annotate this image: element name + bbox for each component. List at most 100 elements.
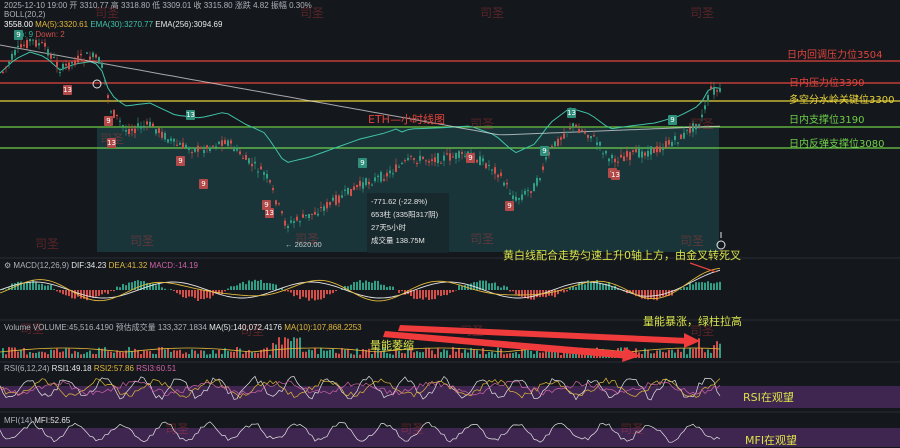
candle-body	[245, 155, 247, 160]
macd-histogram-bar	[398, 290, 400, 293]
volume-bar	[152, 354, 154, 358]
candle-body	[89, 57, 91, 60]
watermark: 司圣	[35, 235, 59, 252]
candle-body	[233, 149, 235, 151]
volume-bar	[305, 352, 307, 358]
volume-bar	[536, 351, 538, 358]
candle-body	[209, 147, 211, 151]
macd-histogram-bar	[476, 282, 478, 290]
candle-body	[494, 167, 496, 174]
watermark: 司圣	[620, 420, 644, 437]
candle-body	[641, 151, 643, 157]
candle-body	[707, 95, 709, 101]
candle-body	[401, 163, 403, 164]
candle-body	[617, 162, 619, 163]
candle-body	[212, 146, 214, 147]
candle-body	[5, 67, 7, 68]
volume-bar	[290, 341, 292, 358]
volume-bar	[689, 348, 691, 358]
macd-histogram-bar	[35, 283, 37, 290]
macd-histogram-bar	[260, 280, 262, 290]
volume-bar	[200, 350, 202, 358]
macd-histogram-bar	[434, 290, 436, 299]
candle-body	[329, 202, 331, 205]
volume-bar	[191, 349, 193, 358]
candle-body	[404, 160, 406, 161]
macd-histogram-bar	[296, 290, 298, 295]
candle-body	[557, 139, 559, 146]
macd-histogram-bar	[521, 290, 523, 297]
macd-histogram-bar	[380, 285, 382, 290]
volume-bar	[320, 348, 322, 358]
macd-histogram-bar	[41, 284, 43, 290]
watermark: 司圣	[300, 4, 324, 21]
volume-bar	[176, 351, 178, 358]
rsi3-value: RSI3:60.51	[136, 364, 176, 373]
volume-panel-header[interactable]: Volume VOLUME:45,516.4190 预估成交量 133,327.…	[4, 322, 362, 333]
macd-histogram-bar	[23, 283, 25, 290]
trading-chart-canvas[interactable]	[0, 0, 900, 447]
volume-bar	[680, 352, 682, 358]
candle-body	[620, 155, 622, 158]
candle-body	[230, 141, 232, 144]
volume-bar	[335, 353, 337, 358]
macd-histogram-bar	[464, 285, 466, 290]
macd-histogram-bar	[242, 282, 244, 290]
volume-bar	[194, 351, 196, 358]
macd-histogram-bar	[383, 285, 385, 290]
volume-bar	[221, 354, 223, 358]
volume-bar	[713, 345, 715, 358]
macd-histogram-bar	[458, 285, 460, 290]
macd-histogram-bar	[377, 281, 379, 290]
candle-body	[584, 132, 586, 134]
candle-body	[344, 190, 346, 191]
macd-histogram-bar	[698, 282, 700, 290]
volume-bar	[179, 350, 181, 358]
volume-bar	[371, 354, 373, 358]
macd-panel-header[interactable]: ⚙ MACD(12,26,9) DIF:34.23 DEA:41.32 MACD…	[4, 261, 198, 270]
macd-histogram-bar	[155, 285, 157, 290]
volume-bar	[278, 337, 280, 358]
volume-bar	[338, 354, 340, 358]
macd-histogram-bar	[200, 290, 202, 299]
macd-histogram-bar	[485, 281, 487, 290]
candle-body	[524, 191, 526, 195]
candle-body	[242, 158, 244, 159]
candle-body	[563, 134, 565, 139]
macd-histogram-bar	[314, 290, 316, 300]
macd-histogram-bar	[446, 290, 448, 295]
macd-histogram-bar	[365, 280, 367, 290]
candle-body	[299, 221, 301, 222]
candle-body	[440, 163, 442, 164]
candle-body	[341, 195, 343, 197]
mfi-panel-header[interactable]: MFI(14) MFI:52.65	[4, 416, 70, 425]
rsi-panel-header[interactable]: RSI(6,12,24) RSI1:49.18 RSI2:57.86 RSI3:…	[4, 364, 176, 373]
boll-indicator-label[interactable]: BOLL(20,2)	[4, 10, 45, 19]
volume-bar	[170, 352, 172, 358]
volume-bar	[257, 353, 259, 358]
volume-bar	[419, 352, 421, 358]
macd-histogram-bar	[254, 280, 256, 290]
volume-bar	[506, 354, 508, 358]
volume-bar	[425, 349, 427, 358]
volume-bar	[212, 350, 214, 358]
macd-gear-icon[interactable]: ⚙	[4, 261, 11, 270]
candle-body	[422, 157, 424, 159]
volume-bar	[209, 354, 211, 358]
volume-bar	[164, 349, 166, 358]
macd-histogram-bar	[239, 283, 241, 290]
volume-bar	[203, 351, 205, 358]
macd-histogram-bar	[47, 285, 49, 290]
candle-body	[251, 164, 253, 166]
macd-histogram-bar	[689, 283, 691, 290]
volume-bar	[350, 354, 352, 358]
candle-body	[200, 148, 202, 149]
volume-bar	[206, 355, 208, 358]
macd-histogram-bar	[203, 290, 205, 299]
volume-bar	[14, 348, 16, 358]
macd-histogram-bar	[362, 283, 364, 290]
candle-body	[323, 206, 325, 211]
candle-body	[527, 190, 529, 191]
watermark: 司圣	[95, 4, 119, 21]
macd-histogram-bar	[590, 282, 592, 290]
